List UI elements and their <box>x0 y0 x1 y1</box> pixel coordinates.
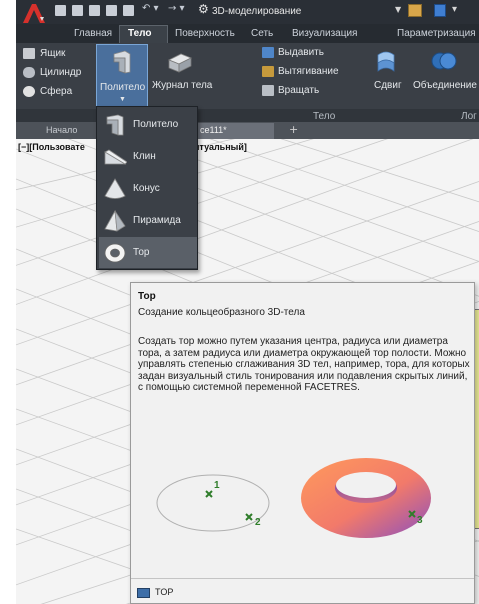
gear-icon[interactable]: ⚙ <box>198 2 209 16</box>
toolbar-icon-b[interactable] <box>434 4 446 17</box>
chevron-down-icon: ▼ <box>119 96 126 103</box>
panel-title-bar <box>16 109 479 122</box>
panel-label-boolean[interactable]: Лог <box>461 111 477 122</box>
viewport-controls-label[interactable]: [−][Пользовате <box>18 142 85 152</box>
point-3-label: 3 <box>417 515 423 526</box>
union-button[interactable]: Объединение <box>413 80 477 91</box>
sphere-icon <box>23 86 35 97</box>
redo-icon[interactable]: → ▾ <box>168 3 185 14</box>
torus-icon <box>104 243 126 263</box>
box-icon <box>23 48 35 59</box>
menu-item-label: Конус <box>133 183 160 194</box>
box-button[interactable]: Ящик <box>40 48 65 59</box>
cone-icon <box>104 178 126 199</box>
new-tab-button[interactable]: + <box>289 123 298 136</box>
point-1-label: 1 <box>214 480 220 491</box>
cylinder-icon <box>23 67 35 78</box>
sweep-icon <box>377 51 395 72</box>
tab-drawing[interactable]: ce111* <box>196 123 274 139</box>
tab-surface[interactable]: Поверхность <box>175 28 235 39</box>
tab-start[interactable]: Начало <box>46 125 77 135</box>
tooltip-subtitle: Создание кольцеобразного 3D-тела <box>138 307 305 318</box>
save-icon[interactable] <box>89 5 100 16</box>
polysolid-dropdown-menu: Политело Клин Конус Пирамида Тор <box>96 106 198 270</box>
menu-item-wedge[interactable]: Клин <box>99 141 197 172</box>
visual-style-label[interactable]: птуальный] <box>194 142 247 152</box>
command-line-icon <box>137 588 150 598</box>
tooltip-title: Тор <box>138 291 156 302</box>
ribbon-tabs: Главная Тело Поверхность Сеть Визуализац… <box>16 24 479 43</box>
file-tabs: Начало ce111* + <box>16 122 479 139</box>
union-icon <box>431 52 457 70</box>
workspace-switcher[interactable]: 3D-моделирование <box>212 6 301 17</box>
title-bar: ↶ ▾ → ▾ ⚙ 3D-моделирование ▼ ▾ <box>16 0 479 24</box>
tooltip-divider <box>131 578 474 579</box>
tab-parametric[interactable]: Параметризация <box>397 28 476 39</box>
cylinder-button[interactable]: Цилиндр <box>40 67 81 78</box>
tooltip-command-name: TOP <box>155 587 174 597</box>
menu-item-torus[interactable]: Тор <box>99 237 197 268</box>
print-icon[interactable] <box>123 5 134 16</box>
polysolid-icon <box>113 50 131 74</box>
tab-home[interactable]: Главная <box>74 28 112 39</box>
wedge-icon <box>104 149 127 165</box>
point-2-label: 2 <box>255 517 261 528</box>
menu-item-label: Клин <box>133 151 156 162</box>
menu-item-cone[interactable]: Конус <box>99 173 197 204</box>
undo-icon[interactable]: ↶ ▾ <box>142 3 159 14</box>
saveas-icon[interactable] <box>106 5 117 16</box>
open-icon[interactable] <box>72 5 83 16</box>
tab-mesh[interactable]: Сеть <box>251 28 273 39</box>
loft-button[interactable]: Вытягивание <box>278 66 339 77</box>
dropdown-icon[interactable]: ▼ <box>395 5 401 14</box>
torus-tooltip: Тор Создание кольцеобразного 3D-тела Соз… <box>130 282 475 604</box>
sweep-button[interactable]: Сдвиг <box>374 80 402 91</box>
polysolid-button[interactable]: Политело ▼ <box>96 44 148 107</box>
panel-label-solid[interactable]: Тело <box>313 111 335 122</box>
revolve-icon <box>262 85 274 96</box>
app-window: ↶ ▾ → ▾ ⚙ 3D-моделирование ▼ ▾ Главная Т… <box>16 0 479 604</box>
pyramid-icon <box>104 210 126 232</box>
polysolid-icon <box>106 114 124 136</box>
tab-visualize[interactable]: Визуализация <box>292 28 357 39</box>
solid-history-icon <box>168 53 192 73</box>
drawing-tab-label: ce111* <box>200 125 227 135</box>
menu-item-polysolid[interactable]: Политело <box>99 109 197 140</box>
menu-item-label: Тор <box>133 247 150 258</box>
extrude-icon <box>262 47 274 58</box>
tooltip-description: Создать тор можно путем указания центра,… <box>138 336 470 393</box>
toolbar-icon-a[interactable] <box>408 4 422 17</box>
sphere-button[interactable]: Сфера <box>40 86 72 97</box>
new-icon[interactable] <box>55 5 66 16</box>
menu-item-label: Политело <box>133 119 179 130</box>
revolve-button[interactable]: Вращать <box>278 85 319 96</box>
extrude-button[interactable]: Выдавить <box>278 47 324 58</box>
torus-illustration: 1 2 3 <box>151 448 471 560</box>
more-icon[interactable]: ▾ <box>452 4 457 15</box>
loft-icon <box>262 66 274 77</box>
menu-item-label: Пирамида <box>133 215 181 226</box>
autocad-logo-icon[interactable] <box>20 2 48 24</box>
tab-solid[interactable]: Тело <box>128 28 152 39</box>
menu-item-pyramid[interactable]: Пирамида <box>99 205 197 236</box>
torus-diagram: 1 2 3 <box>156 458 431 538</box>
ribbon-panel: Ящик Цилиндр Сфера Политело ▼ Журнал тел… <box>16 43 479 122</box>
polysolid-label: Политело <box>100 82 146 93</box>
solid-history-button[interactable]: Журнал тела <box>152 80 212 91</box>
